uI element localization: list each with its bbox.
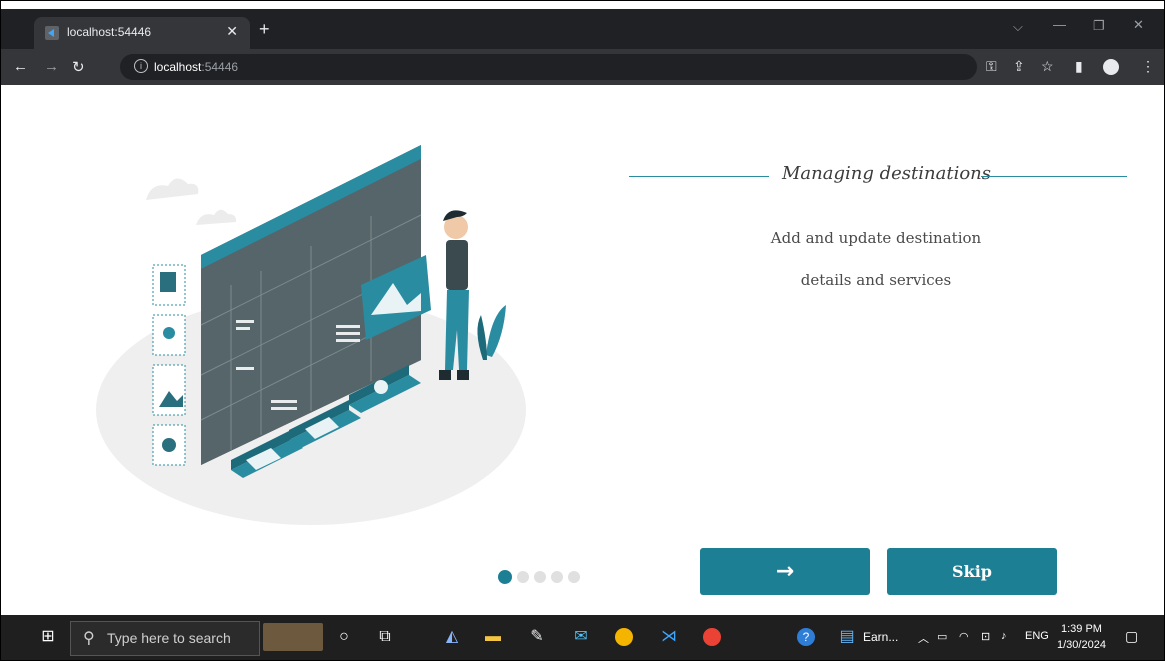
description-line-1: Add and update destination	[770, 229, 982, 247]
mail-icon[interactable]: ✉	[571, 627, 591, 647]
page-dot-4[interactable]	[551, 570, 563, 583]
wifi-icon[interactable]: ◠	[959, 630, 969, 643]
document-app-icon[interactable]: ▤	[837, 627, 857, 647]
new-tab-button[interactable]: +	[259, 19, 270, 40]
notes-app-icon[interactable]: ◭	[442, 627, 462, 647]
task-view-icon[interactable]: ⧉	[375, 627, 395, 647]
next-button[interactable]: →	[700, 548, 870, 595]
clock-date: 1/30/2024	[1057, 639, 1106, 651]
forward-button[interactable]: →	[44, 58, 59, 75]
url-text: localhost:54446	[154, 60, 239, 74]
show-hidden-icons-icon[interactable]: ︿	[918, 630, 929, 646]
chrome-active-icon[interactable]	[703, 628, 721, 646]
side-panel-icon[interactable]: ▮	[1075, 58, 1083, 75]
language-indicator[interactable]: ENG	[1025, 630, 1049, 642]
weather-widget-icon[interactable]	[263, 623, 323, 651]
file-explorer-icon[interactable]: ▬	[483, 627, 503, 647]
page-dot-2[interactable]	[517, 570, 529, 583]
windows-taskbar: ⊞ ⚲ Type here to search ○ ⧉ ◭ ▬ ✎ ✉ ⋊ ? …	[1, 615, 1164, 660]
tab-strip: localhost:54446 ✕ + ⌵ — ❐ ✕	[1, 9, 1164, 49]
heading-row: Managing destinations	[629, 163, 1127, 189]
pinned-app-label[interactable]: Earn...	[863, 630, 898, 644]
skip-label: Skip	[952, 562, 992, 581]
page-indicator	[498, 568, 585, 584]
page-dot-5[interactable]	[568, 570, 580, 583]
screen: localhost:54446 ✕ + ⌵ — ❐ ✕ ← → ↻ i loca…	[0, 0, 1165, 661]
vscode-icon[interactable]: ⋊	[659, 627, 679, 647]
close-window-button[interactable]: ✕	[1133, 17, 1144, 33]
tab-title: localhost:54446	[67, 25, 152, 39]
windows-start-icon[interactable]: ⊞	[38, 627, 58, 647]
dashboard-illustration	[96, 145, 526, 525]
menu-kebab-icon[interactable]: ⋮	[1141, 58, 1155, 75]
page-content: Managing destinations Add and update des…	[1, 85, 1164, 615]
flutter-favicon-icon	[45, 26, 59, 40]
reload-button[interactable]: ↻	[72, 58, 85, 76]
search-placeholder: Type here to search	[107, 630, 231, 646]
battery-icon[interactable]: ▭	[937, 630, 947, 643]
password-key-icon[interactable]: ⚿	[986, 58, 997, 75]
heading-right-rule	[981, 176, 1127, 177]
info-icon[interactable]: i	[134, 59, 148, 73]
window-top-edge	[1, 1, 1164, 9]
taskbar-search-box[interactable]: ⚲ Type here to search	[70, 621, 260, 656]
arrow-right-icon: →	[775, 559, 795, 584]
browser-toolbar: ← → ↻ i localhost:54446 ⚿ ⇪ ☆ ▮ ⋮	[1, 49, 1164, 85]
help-icon[interactable]: ?	[797, 628, 815, 646]
close-tab-icon[interactable]: ✕	[226, 23, 238, 40]
tab-search-icon[interactable]: ⌵	[1013, 19, 1023, 35]
profile-avatar-icon[interactable]	[1103, 59, 1119, 75]
search-icon: ⚲	[83, 630, 95, 647]
page-dot-3[interactable]	[534, 570, 546, 583]
description-line-2: details and services	[800, 271, 952, 289]
minimize-button[interactable]: —	[1053, 17, 1066, 32]
chrome-icon[interactable]	[615, 628, 633, 646]
notifications-icon[interactable]: ▢	[1125, 628, 1138, 645]
page-dot-1[interactable]	[498, 569, 512, 584]
address-bar[interactable]: i localhost:54446	[120, 54, 977, 80]
cortana-icon[interactable]: ○	[334, 627, 354, 647]
heading-left-rule	[629, 176, 769, 177]
bookmark-star-icon[interactable]: ☆	[1041, 58, 1054, 75]
skip-button[interactable]: Skip	[887, 548, 1057, 595]
browser-tab[interactable]: localhost:54446 ✕	[34, 17, 250, 49]
meet-now-icon[interactable]: ⊡	[981, 630, 990, 643]
clock-time: 1:39 PM	[1060, 623, 1102, 635]
restore-button[interactable]: ❐	[1093, 18, 1105, 34]
volume-icon[interactable]: ♪	[1001, 630, 1007, 642]
back-button[interactable]: ←	[13, 58, 28, 75]
taskbar-clock[interactable]: 1:39 PM 1/30/2024	[1057, 621, 1106, 653]
onboarding-heading: Managing destinations	[782, 163, 991, 184]
paint-app-icon[interactable]: ✎	[527, 627, 547, 647]
share-icon[interactable]: ⇪	[1013, 58, 1025, 75]
